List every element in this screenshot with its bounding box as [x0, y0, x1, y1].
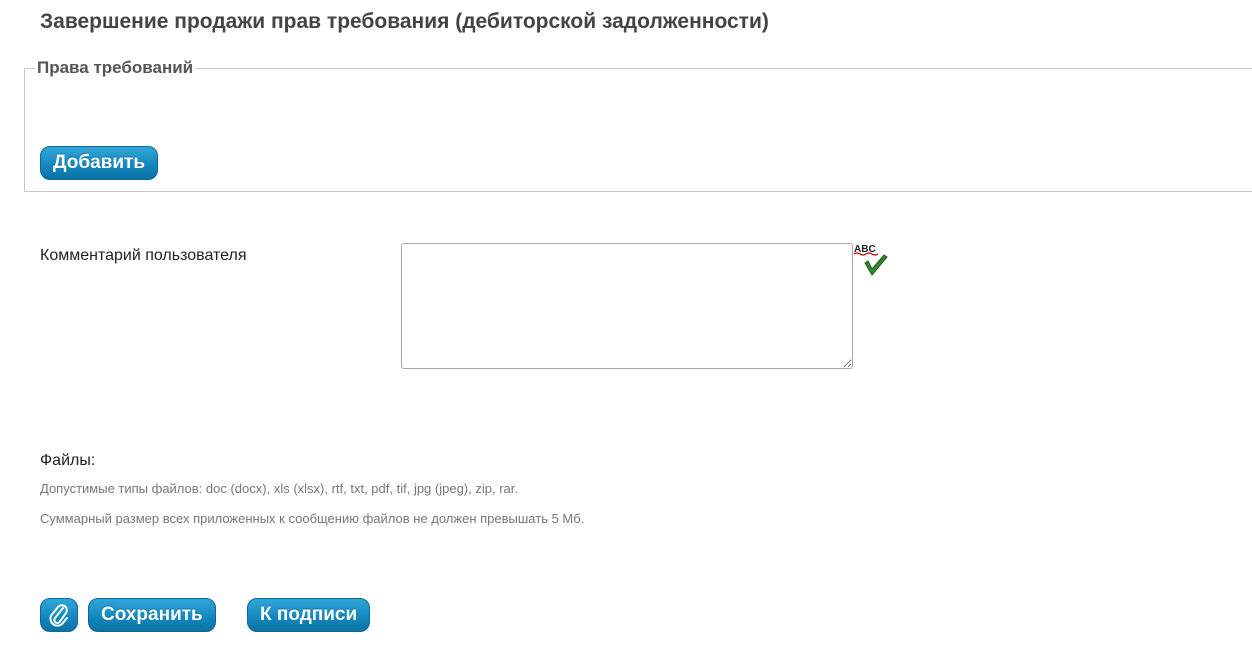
claims-legend: Права требований	[37, 58, 194, 77]
paperclip-icon	[49, 604, 68, 627]
attach-file-button[interactable]	[40, 598, 78, 632]
comment-label: Комментарий пользователя	[40, 247, 247, 264]
abc-spellcheck-icon[interactable]: ABC	[853, 241, 889, 283]
comment-textarea[interactable]	[401, 243, 853, 369]
file-size-limit-note: Суммарный размер всех приложенных к сооб…	[40, 511, 585, 526]
allowed-file-types-note: Допустимые типы файлов: doc (docx), xls …	[40, 481, 518, 496]
save-button[interactable]: Сохранить	[88, 598, 216, 632]
page-title: Завершение продажи прав требования (деби…	[40, 10, 769, 33]
page: Завершение продажи прав требования (деби…	[0, 0, 1252, 655]
claims-fieldset: Права требований	[24, 58, 1252, 192]
files-label: Файлы:	[40, 452, 96, 469]
add-claim-button[interactable]: Добавить	[40, 146, 159, 180]
to-signature-button[interactable]: К подписи	[247, 598, 371, 632]
